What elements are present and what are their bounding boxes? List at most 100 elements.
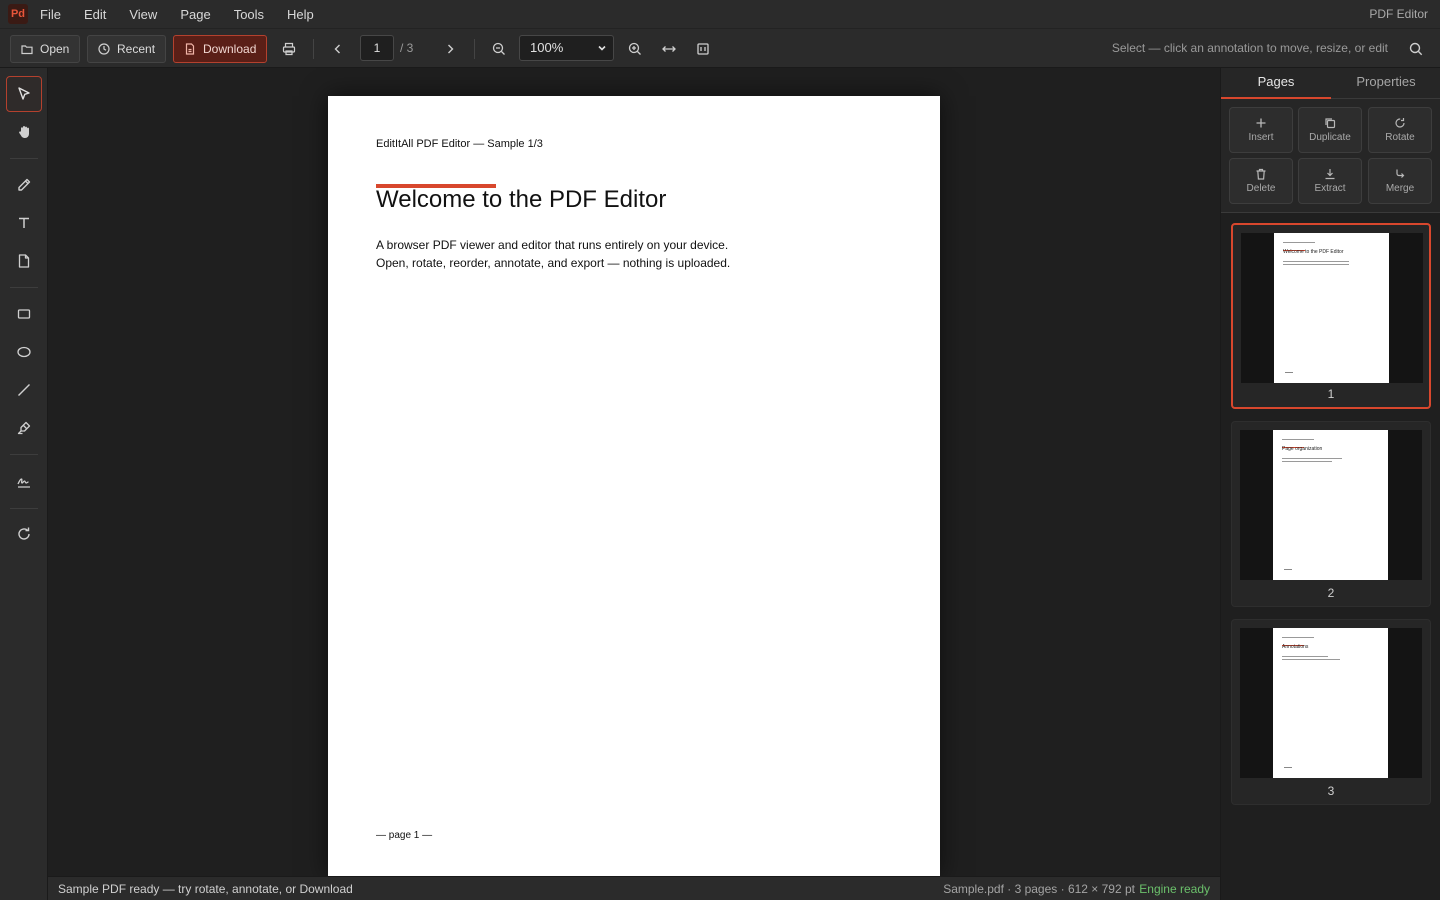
pen-icon	[16, 177, 32, 193]
download-button[interactable]: Download	[173, 35, 268, 63]
signature-tool[interactable]	[6, 464, 42, 500]
status-bar: Sample PDF ready — try rotate, annotate,…	[48, 876, 1220, 900]
download-icon	[1324, 168, 1336, 180]
thumbnail-title: Welcome to the PDF Editor	[1283, 249, 1344, 255]
thumbnail-page: Welcome to the PDF Editor	[1274, 233, 1389, 383]
toolbar-divider	[313, 39, 314, 59]
menu-bar: Pd File Edit View Page Tools Help PDF Ed…	[0, 0, 1440, 28]
tab-pages[interactable]: Pages	[1221, 68, 1331, 99]
previous-page-icon[interactable]	[328, 39, 348, 59]
document-info: Sample.pdf · 3 pages · 612 × 792 pt	[943, 882, 1135, 896]
extract-label: Extract	[1314, 183, 1346, 194]
side-panel: Pages Properties Insert Duplicate Rotate…	[1220, 68, 1440, 900]
merge-icon	[1394, 168, 1406, 180]
next-page-icon[interactable]	[440, 39, 460, 59]
document-canvas[interactable]: EditItAll PDF Editor — Sample 1/3 Welcom…	[48, 68, 1220, 876]
rotate-tool[interactable]	[6, 516, 42, 552]
draw-tool[interactable]	[6, 167, 42, 203]
signature-icon	[16, 474, 32, 490]
tab-properties[interactable]: Properties	[1331, 68, 1440, 99]
menu-tools[interactable]: Tools	[234, 7, 264, 22]
thumbnail-header-line	[1283, 242, 1315, 243]
thumbnail-text-line	[1282, 458, 1342, 459]
merge-button[interactable]: Merge	[1368, 158, 1432, 204]
page-thumbnail-1[interactable]: Welcome to the PDF Editor 1	[1231, 223, 1431, 409]
folder-icon	[21, 43, 33, 55]
note-icon	[16, 253, 32, 269]
page-body-line: A browser PDF viewer and editor that run…	[376, 238, 729, 252]
page-total: / 3	[400, 41, 414, 55]
menu-page[interactable]: Page	[180, 7, 210, 22]
menu-help[interactable]: Help	[287, 7, 314, 22]
print-icon[interactable]	[279, 39, 299, 59]
note-tool[interactable]	[6, 243, 42, 279]
rectangle-tool[interactable]	[6, 296, 42, 332]
zoom-select[interactable]: 100%	[519, 35, 614, 61]
extract-page-button[interactable]: Extract	[1298, 158, 1362, 204]
thumbnail-number: 2	[1327, 586, 1335, 600]
ellipse-icon	[16, 344, 32, 360]
menu-edit[interactable]: Edit	[84, 7, 106, 22]
line-icon	[16, 382, 32, 398]
pdf-page[interactable]: EditItAll PDF Editor — Sample 1/3 Welcom…	[328, 96, 940, 876]
page-number-input[interactable]: 1	[360, 35, 394, 61]
file-download-icon	[184, 43, 196, 55]
rotate-icon	[16, 526, 32, 542]
thumbnail-text-line	[1283, 264, 1349, 265]
thumbnail-number: 1	[1327, 387, 1335, 401]
copy-icon	[1324, 117, 1336, 129]
fit-page-icon[interactable]	[693, 39, 713, 59]
thumbnail-text-line	[1283, 261, 1349, 262]
thumbnail-text-line	[1282, 659, 1340, 660]
thumbnail-page: Annotations	[1273, 628, 1388, 778]
plus-icon	[1255, 117, 1267, 129]
engine-status: Engine ready	[1139, 882, 1210, 896]
menu-view[interactable]: View	[129, 7, 157, 22]
zoom-in-icon[interactable]	[625, 39, 645, 59]
thumbnail-frame: Page organization	[1240, 430, 1422, 580]
ellipse-tool[interactable]	[6, 334, 42, 370]
thumbnail-title: Annotations	[1282, 644, 1309, 650]
page-thumbnail-3[interactable]: Annotations 3	[1231, 619, 1431, 805]
line-tool[interactable]	[6, 372, 42, 408]
thumbnail-header-line	[1282, 637, 1314, 638]
open-button-label: Open	[40, 42, 70, 56]
highlight-tool[interactable]	[6, 410, 42, 446]
select-tool[interactable]	[6, 76, 42, 112]
duplicate-page-button[interactable]: Duplicate	[1298, 107, 1362, 153]
rotate-label: Rotate	[1385, 132, 1415, 143]
insert-page-button[interactable]: Insert	[1229, 107, 1293, 153]
rail-divider	[10, 158, 38, 159]
rotate-page-button[interactable]: Rotate	[1368, 107, 1432, 153]
zoom-value: 100%	[530, 40, 564, 55]
app-logo: Pd	[8, 4, 28, 24]
thumbnail-page: Page organization	[1273, 430, 1388, 580]
fit-width-icon[interactable]	[659, 39, 679, 59]
page-footer: — page 1 —	[376, 830, 433, 841]
rail-divider	[10, 508, 38, 509]
thumbnail-frame: Annotations	[1240, 628, 1422, 778]
recent-button[interactable]: Recent	[87, 35, 167, 63]
status-message: Sample PDF ready — try rotate, annotate,…	[58, 882, 353, 896]
page-header: EditItAll PDF Editor — Sample 1/3	[376, 138, 543, 150]
delete-page-button[interactable]: Delete	[1229, 158, 1293, 204]
tool-hint: Select — click an annotation to move, re…	[1111, 41, 1388, 55]
highlighter-icon	[16, 420, 32, 436]
search-icon[interactable]	[1406, 39, 1426, 59]
page-thumbnail-2[interactable]: Page organization 2	[1231, 421, 1431, 607]
merge-label: Merge	[1385, 183, 1415, 194]
page-thumbnails: Welcome to the PDF Editor 1 Page organiz…	[1221, 213, 1440, 900]
menu-file[interactable]: File	[40, 7, 61, 22]
text-tool[interactable]	[6, 205, 42, 241]
thumbnail-footer-line	[1285, 372, 1293, 373]
insert-label: Insert	[1248, 132, 1274, 143]
rail-divider	[10, 287, 38, 288]
rectangle-icon	[16, 306, 32, 322]
delete-label: Delete	[1246, 183, 1276, 194]
open-button[interactable]: Open	[10, 35, 81, 63]
pan-tool[interactable]	[6, 114, 42, 150]
thumbnail-text-line	[1282, 461, 1332, 462]
text-icon	[16, 215, 32, 231]
hand-icon	[16, 124, 32, 140]
zoom-out-icon[interactable]	[489, 39, 509, 59]
